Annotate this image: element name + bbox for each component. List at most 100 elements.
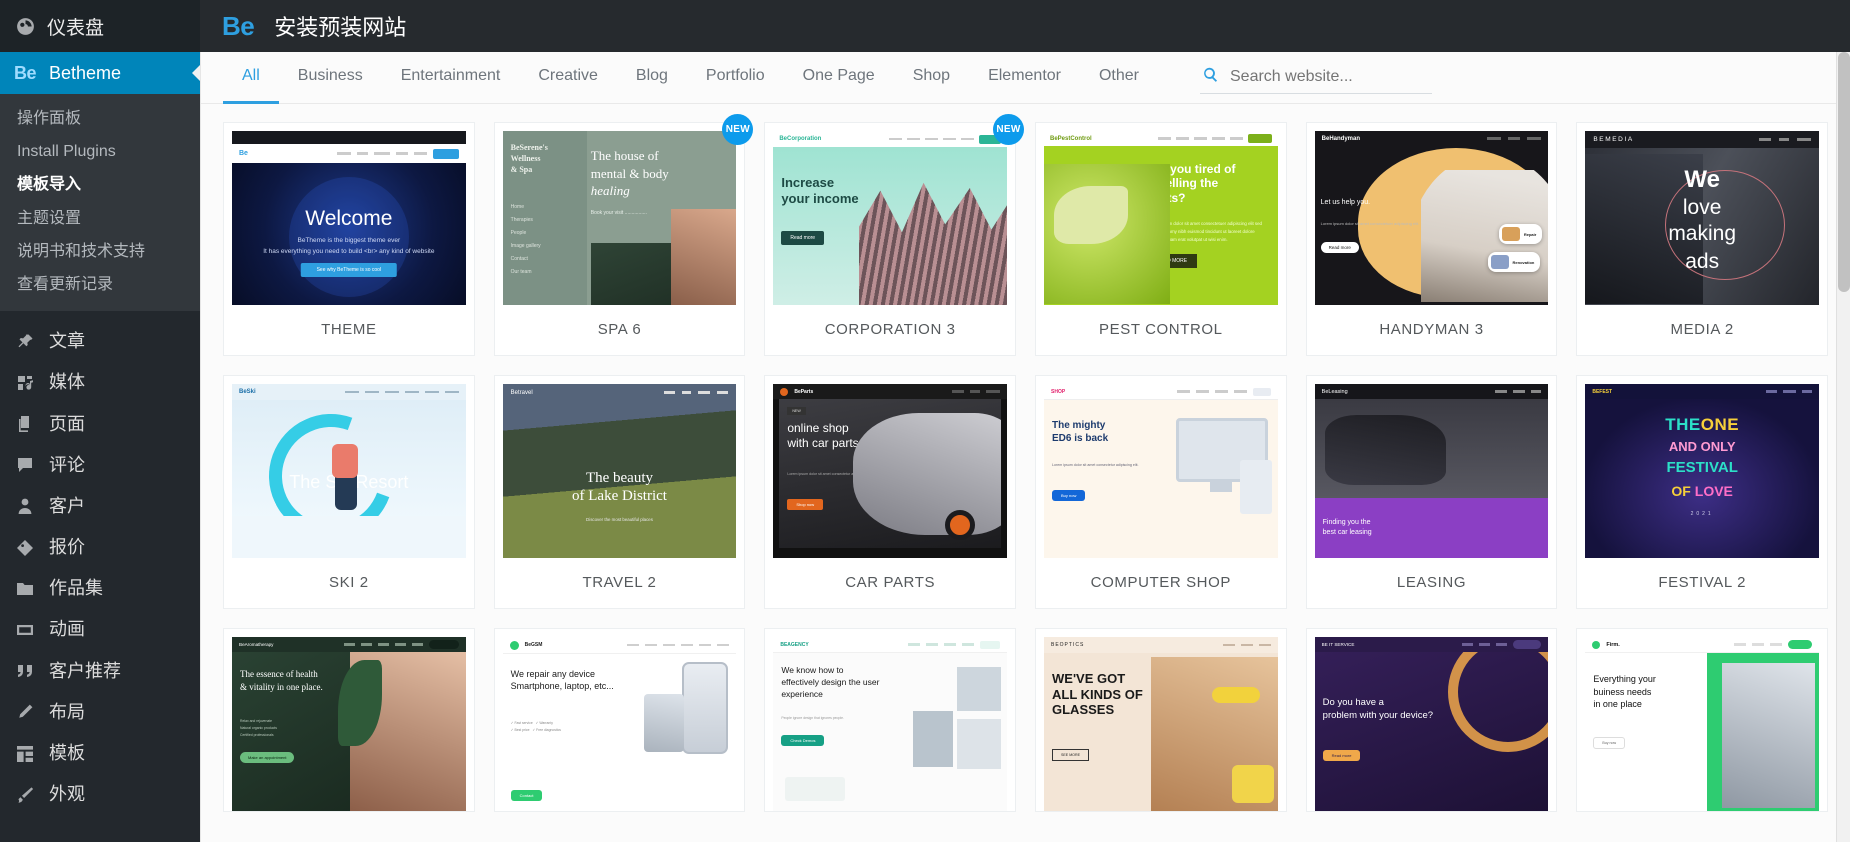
admin-sidebar: 仪表盘 Be Betheme 操作面板 Install Plugins 模板导入… [0,0,200,842]
comment-icon [14,454,36,476]
sidebar-subitem-dashboard-panel[interactable]: 操作面板 [0,102,200,135]
main-content: Be 安装预装网站 All Business Entertainment Cre… [200,0,1850,842]
search-box[interactable] [1200,62,1432,94]
sidebar-item-comments[interactable]: 评论 [0,445,200,486]
template-name: PEST CONTROL [1099,321,1223,338]
template-thumbnail[interactable]: BeParts NEW online shop with car parts Lo… [773,384,1007,558]
template-card[interactable]: BeLeasing Finding you the best car leasin… [1305,375,1558,609]
sidebar-label: 外观 [49,784,85,805]
sidebar-subitem-template-import[interactable]: 模板导入 [0,168,200,201]
template-thumbnail[interactable]: BeGSM We repair any device Smartphone, la… [502,637,737,811]
template-thumbnail[interactable]: BeCorporation Increase your income Read m… [773,131,1007,305]
template-card[interactable]: BeAromatherapy The essence of health & vi… [223,628,475,812]
sidebar-item-portfolio[interactable]: 作品集 [0,568,200,609]
template-card[interactable]: Be Welcome BeTheme is the biggest theme … [223,122,475,356]
sidebar-label: 作品集 [49,578,103,599]
template-card[interactable]: Betravel The beauty of Lake District Disc… [493,375,746,609]
sidebar-label: 模板 [49,743,85,763]
template-name: COMPUTER SHOP [1090,574,1231,591]
template-thumbnail[interactable]: BePestControl Are you tired of repelling… [1044,131,1278,305]
tab-other[interactable]: Other [1080,52,1158,104]
sidebar-item-templates[interactable]: 模板 [0,733,200,774]
sidebar-item-posts[interactable]: 文章 [0,321,200,362]
template-thumbnail[interactable]: BE IT SERVICE Do you have a problem with … [1314,637,1549,811]
template-name: FESTIVAL 2 [1658,574,1747,591]
template-thumbnail[interactable]: Betravel The beauty of Lake District Disc… [502,384,737,558]
template-thumbnail[interactable]: BeSerene's Wellness & Spa Home Therapies Peo… [502,131,737,305]
tab-one-page[interactable]: One Page [784,52,894,104]
template-card[interactable]: BEOPTICS WE'VE GOT ALL KINDS OF GLASSES SE… [1035,628,1287,812]
sidebar-item-testimonials[interactable]: 客户推荐 [0,651,200,692]
sidebar-subitem-theme-settings[interactable]: 主题设置 [0,202,200,235]
template-card[interactable]: BEFEST THEONE AND ONLY FESTIVAL OF LOVE … [1576,375,1828,609]
vertical-scrollbar[interactable] [1836,52,1850,842]
brush-icon [14,784,36,806]
sidebar-item-media[interactable]: 媒体 [0,362,200,403]
template-card[interactable]: BeHandyman Let us help you. Lorem ipsum … [1305,122,1558,356]
new-badge: NEW [993,114,1024,145]
page-title: 安装预装网站 [274,15,407,40]
tab-shop[interactable]: Shop [894,52,969,104]
template-name: THEME [321,321,377,338]
template-thumbnail[interactable]: BEFEST THEONE AND ONLY FESTIVAL OF LOVE … [1585,384,1819,558]
pages-icon [14,413,36,435]
folder-icon [14,578,36,600]
tab-entertainment[interactable]: Entertainment [382,52,520,104]
template-thumbnail[interactable]: Firm. Everything your buiness needs in one… [1585,637,1819,811]
sidebar-label: 布局 [49,701,85,722]
tab-portfolio[interactable]: Portfolio [687,52,784,104]
template-name: CAR PARTS [845,574,936,591]
sidebar-label: 媒体 [49,372,85,393]
media-icon [14,372,36,394]
template-card[interactable]: BE IT SERVICE Do you have a problem with … [1305,628,1558,812]
template-card[interactable]: NEW BeSerene's Wellness & Spa Home Therapie… [493,114,754,356]
sidebar-subitem-install-plugins[interactable]: Install Plugins [0,135,200,168]
sidebar-label: 页面 [49,413,85,434]
search-icon [1202,66,1219,88]
sidebar-item-quotes[interactable]: 报价 [0,527,200,568]
sidebar-item-layouts[interactable]: 布局 [0,692,200,733]
sidebar-label: 评论 [49,454,85,475]
sidebar-item-betheme[interactable]: Be Betheme [0,52,200,94]
sidebar-item-pages[interactable]: 页面 [0,404,200,445]
template-card[interactable]: NEW BeCorporation Increase your income Re… [764,114,1024,356]
tab-creative[interactable]: Creative [519,52,617,104]
template-card[interactable]: BEMEDIA We love making ads MEDIA 2 [1576,122,1828,356]
template-card[interactable]: BePestControl Are you tired of repelling… [1035,122,1287,356]
betheme-logo: Be [14,62,37,83]
template-card[interactable]: BEAGENCY We know how to effectively desig… [764,628,1016,812]
tab-blog[interactable]: Blog [617,52,687,104]
grid-icon [14,743,36,765]
search-input[interactable] [1230,67,1430,86]
template-card[interactable]: BeGSM We repair any device Smartphone, la… [493,628,746,812]
sidebar-item-appearance[interactable]: 外观 [0,774,200,815]
template-thumbnail[interactable]: BEAGENCY We know how to effectively desig… [773,637,1007,811]
sidebar-item-slider[interactable]: 动画 [0,609,200,650]
sidebar-item-dashboard[interactable]: 仪表盘 [0,0,200,52]
tab-all[interactable]: All [223,52,279,104]
tab-business[interactable]: Business [279,52,382,104]
sidebar-label: 客户 [49,495,85,516]
template-thumbnail[interactable]: SHOP The mighty ED6 is back Lorem ipsum d… [1044,384,1278,558]
wordpress-admin-screen: 仪表盘 Be Betheme 操作面板 Install Plugins 模板导入… [0,0,1850,842]
template-card[interactable]: BeSki The Ski Resort SKI 2 [223,375,475,609]
scrollbar-thumb[interactable] [1838,52,1850,292]
pin-icon [14,331,36,353]
tag-icon [14,537,36,559]
template-card[interactable]: SHOP The mighty ED6 is back Lorem ipsum d… [1035,375,1287,609]
template-card[interactable]: BeParts NEW online shop with car parts Lo… [764,375,1016,609]
template-card[interactable]: Firm. Everything your buiness needs in one… [1576,628,1828,812]
sidebar-subitem-changelog[interactable]: 查看更新记录 [0,268,200,301]
template-thumbnail[interactable]: BEMEDIA We love making ads [1585,131,1819,305]
sidebar-subitem-docs-support[interactable]: 说明书和技术支持 [0,235,200,268]
template-thumbnail[interactable]: Be Welcome BeTheme is the biggest theme … [232,131,466,305]
template-thumbnail[interactable]: BeHandyman Let us help you. Lorem ipsum … [1314,131,1549,305]
template-thumbnail[interactable]: BeAromatherapy The essence of health & vi… [232,637,466,811]
quote-icon [14,660,36,682]
tab-elementor[interactable]: Elementor [969,52,1080,104]
sidebar-item-clients[interactable]: 客户 [0,486,200,527]
sidebar-label: 动画 [49,619,85,640]
template-thumbnail[interactable]: BeSki The Ski Resort [232,384,466,558]
template-thumbnail[interactable]: BeLeasing Finding you the best car leasin… [1314,384,1549,558]
template-thumbnail[interactable]: BEOPTICS WE'VE GOT ALL KINDS OF GLASSES SE… [1044,637,1278,811]
